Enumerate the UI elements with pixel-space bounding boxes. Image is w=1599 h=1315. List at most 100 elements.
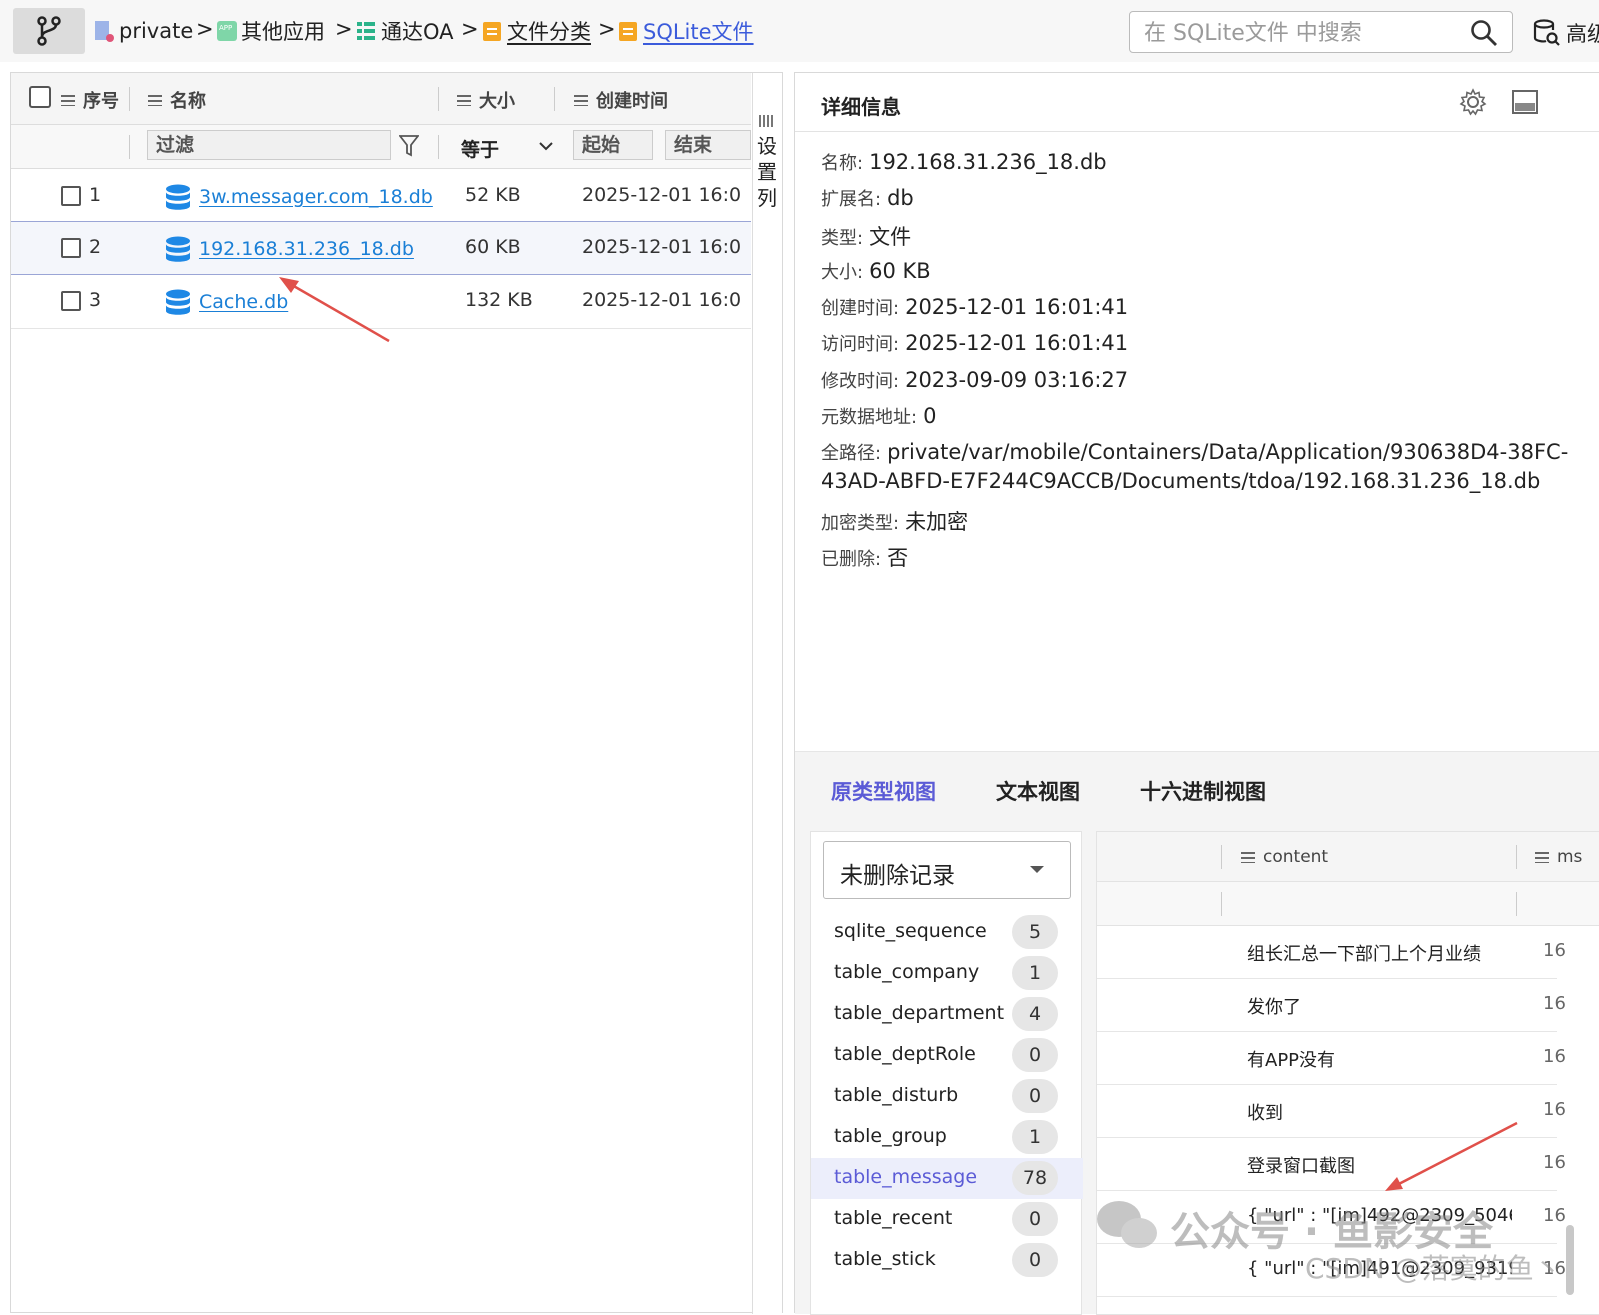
table-count-badge: 4 — [1012, 997, 1058, 1031]
breadcrumb-label: 通达OA — [381, 20, 454, 44]
record-next-cell: 16 — [1543, 1152, 1566, 1173]
detail-key: 元数据地址: — [821, 407, 918, 428]
detail-value: 2025-12-01 16:01:41 — [905, 295, 1129, 319]
breadcrumb-sqlite-files[interactable]: SQLite文件 — [617, 16, 754, 46]
column-menu-icon — [1535, 851, 1549, 863]
row-checkbox[interactable] — [61, 186, 81, 206]
date-end-input[interactable]: 结束 — [665, 130, 751, 160]
wechat-icon — [1097, 1201, 1157, 1248]
search-icon[interactable] — [1470, 19, 1498, 47]
table-count-badge: 0 — [1012, 1202, 1058, 1236]
row-index: 3 — [89, 289, 102, 311]
detail-key: 名称: — [821, 153, 864, 174]
record-next-cell: 16 — [1543, 1046, 1566, 1067]
annotation-arrow — [279, 277, 390, 343]
advanced-search-button[interactable]: 高级 — [1532, 18, 1599, 48]
column-header-size[interactable]: 大小 — [457, 87, 515, 113]
table-list-item[interactable]: table_stick 0 — [811, 1240, 1083, 1281]
column-header-label: 创建时间 — [596, 91, 668, 112]
detail-panel: 详细信息 名称: 192.168.31.236_18.db 扩展名: db 类型: 文… — [794, 72, 1599, 1315]
table-count-badge: 5 — [1012, 915, 1058, 949]
table-name: table_recent — [834, 1207, 953, 1229]
column-menu-icon — [61, 94, 75, 106]
row-checkbox[interactable] — [61, 291, 81, 311]
column-header-label: ms — [1557, 847, 1583, 867]
database-icon — [166, 289, 190, 315]
table-list-item[interactable]: table_group 1 — [811, 1117, 1083, 1158]
breadcrumb-tongda-oa[interactable]: 通达OA — [355, 16, 454, 46]
column-header-created[interactable]: 创建时间 — [574, 87, 668, 113]
table-name: table_department — [834, 1002, 1005, 1024]
table-list-item[interactable]: table_company 1 — [811, 953, 1083, 994]
record-content: 组长汇总一下部门上个月业绩 — [1247, 944, 1481, 965]
database-icon — [166, 184, 190, 210]
tab-hex-view[interactable]: 十六进制视图 — [1140, 776, 1266, 806]
breadcrumb-label: SQLite文件 — [643, 20, 754, 44]
breadcrumb-separator: > — [461, 17, 479, 41]
column-header-index[interactable]: 序号 — [61, 87, 119, 113]
table-list-item-active[interactable]: table_message 78 — [811, 1158, 1083, 1199]
size-operator-label: 等于 — [461, 139, 500, 161]
watermark: 公众号 · 鱼影安全 CSDN @落寞的鱼丶 — [1095, 1195, 1562, 1305]
file-table-header: 序号 名称 大小 创建时间 — [11, 73, 751, 125]
column-header-content[interactable]: content — [1241, 847, 1328, 867]
column-header-next[interactable]: ms — [1535, 847, 1582, 867]
branch-icon — [37, 16, 61, 46]
detail-value: 否 — [887, 546, 909, 570]
name-filter-input[interactable]: 过滤 — [147, 130, 391, 160]
table-list-item[interactable]: table_disturb 0 — [811, 1076, 1083, 1117]
dropdown-caret-icon — [1030, 866, 1044, 873]
file-name-link[interactable]: 3w.messager.com_18.db — [199, 186, 433, 208]
column-header-label: 大小 — [479, 91, 515, 112]
breadcrumb-separator: > — [196, 17, 214, 41]
table-name: table_group — [834, 1125, 947, 1147]
breadcrumb-private[interactable]: private — [93, 16, 193, 46]
watermark-text: CSDN @落寞的鱼丶 — [1305, 1252, 1562, 1285]
size-operator-select[interactable]: 等于 — [461, 135, 553, 162]
tab-text-view[interactable]: 文本视图 — [996, 776, 1080, 806]
record-row[interactable]: 组长汇总一下部门上个月业绩 16 — [1097, 926, 1566, 979]
gear-icon[interactable] — [1459, 88, 1487, 116]
detail-key: 全路径: — [821, 443, 882, 464]
select-all-checkbox[interactable] — [29, 86, 51, 108]
record-row[interactable]: 发你了 16 — [1097, 979, 1566, 1032]
table-count-badge: 1 — [1012, 1120, 1058, 1154]
search-input[interactable] — [1144, 19, 1444, 47]
table-count-badge: 78 — [1012, 1161, 1058, 1195]
set-columns-label: 设置列 — [757, 134, 777, 210]
table-row[interactable]: 1 3w.messager.com_18.db 52 KB 2025-12-01… — [11, 170, 751, 224]
row-checkbox[interactable] — [61, 238, 81, 258]
table-list-item[interactable]: table_department 4 — [811, 994, 1083, 1035]
branch-button[interactable] — [13, 8, 85, 54]
scrollbar-thumb[interactable] — [1566, 1225, 1574, 1295]
set-columns-button[interactable]: 设置列 — [752, 73, 782, 1314]
table-list-item[interactable]: sqlite_sequence 5 — [811, 912, 1083, 953]
filter-icon[interactable] — [399, 134, 419, 158]
detail-value: 43AD-ABFD-E7F244C9ACCB/Documents/tdoa/19… — [821, 469, 1541, 493]
date-start-input[interactable]: 起始 — [573, 130, 653, 160]
table-name: table_disturb — [834, 1084, 959, 1106]
detail-value: private/var/mobile/Containers/Data/Appli… — [887, 440, 1569, 464]
file-name-link[interactable]: 192.168.31.236_18.db — [199, 238, 414, 260]
record-filter-dropdown[interactable]: 未删除记录 — [823, 841, 1071, 899]
annotation-arrow — [1385, 1121, 1518, 1191]
filter-row: 过滤 等于 起始 结束 — [11, 125, 751, 169]
column-header-name[interactable]: 名称 — [148, 87, 206, 113]
record-row[interactable]: 有APP没有 16 — [1097, 1032, 1566, 1085]
tab-native-view[interactable]: 原类型视图 — [831, 776, 936, 806]
row-index: 1 — [89, 184, 102, 206]
detail-value: 文件 — [869, 225, 912, 249]
panel-toggle-icon[interactable] — [1511, 88, 1539, 116]
table-list-item[interactable]: table_deptRole 0 — [811, 1035, 1083, 1076]
file-size: 52 KB — [465, 184, 521, 206]
detail-value: 2023-09-09 03:16:27 — [905, 368, 1129, 392]
table-list-item[interactable]: table_recent 0 — [811, 1199, 1083, 1240]
detail-value: db — [887, 186, 914, 210]
breadcrumb-file-category[interactable]: 文件分类 — [481, 16, 591, 46]
breadcrumb-label: private — [119, 19, 194, 43]
table-row-selected[interactable]: 2 192.168.31.236_18.db 60 KB 2025-12-01 … — [11, 221, 751, 275]
row-index: 2 — [89, 236, 102, 258]
detail-key: 创建时间: — [821, 298, 900, 319]
breadcrumb-other-apps[interactable]: APP 其他应用 — [215, 16, 325, 46]
divider — [795, 131, 1599, 132]
